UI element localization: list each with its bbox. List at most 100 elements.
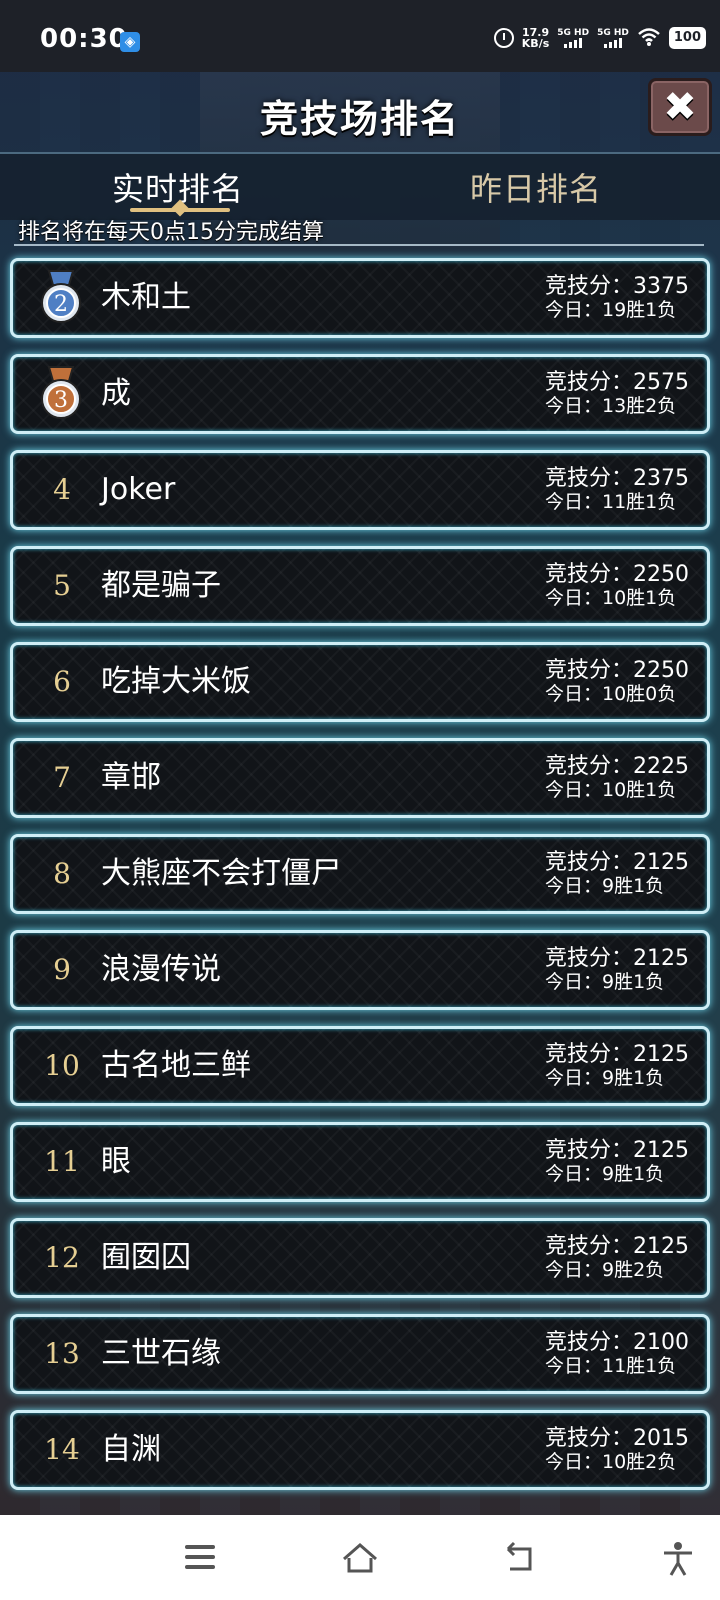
player-name: 成: [101, 376, 131, 411]
score-info: 竞技分：2125 今日：9胜1负: [545, 1042, 689, 1090]
arena-score-value: 2250: [633, 658, 689, 683]
ranking-list[interactable]: 2 木和土 竞技分：3375 今日：19胜1负 3 成竞技分：2575 今日：13胜2负 4 J…: [10, 258, 710, 1506]
close-button[interactable]: ✖: [648, 78, 712, 136]
close-icon: ✖: [663, 84, 697, 130]
score-info: 竞技分：2250 今日：10胜1负: [544, 562, 689, 610]
ranking-row[interactable]: 8 大熊座不会打僵尸 竞技分：2125 今日：9胜1负: [10, 834, 710, 914]
score-info: 竞技分：2100 今日：11胜1负: [544, 1330, 689, 1378]
signal-icon-2: 5G HD: [597, 28, 629, 48]
arena-score: 竞技分：2225: [545, 755, 689, 779]
player-name: 木和土: [101, 280, 191, 315]
back-icon[interactable]: [500, 1539, 540, 1579]
today-record: 今日：9胜2负: [545, 1259, 689, 1281]
player-name: 大熊座不会打僵尸: [101, 856, 341, 891]
sim1-label: 5G HD: [557, 28, 590, 38]
arena-score-label: 竞技分：: [544, 1330, 633, 1355]
today-record-label: 今日：: [544, 587, 602, 609]
rank-number: 2: [54, 292, 68, 317]
today-record: 今日：13胜2负: [545, 395, 689, 417]
ranking-row[interactable]: 6 吃掉大米饭 竞技分：2250 今日：10胜0负: [10, 642, 710, 722]
ranking-row[interactable]: 9 浪漫传说 竞技分：2125 今日：9胜1负: [10, 930, 710, 1010]
menu-icon[interactable]: [180, 1539, 220, 1579]
ranking-row[interactable]: 7 章邯 竞技分：2225 今日：10胜1负: [10, 738, 710, 818]
player-name: 自渊: [101, 1432, 161, 1467]
arena-score-value: 2125: [633, 1234, 689, 1259]
today-record-value: 19胜1负: [602, 299, 677, 321]
player-name: 吃掉大米饭: [101, 664, 251, 699]
arena-score-value: 2125: [633, 850, 689, 875]
sim2-label: 5G HD: [597, 28, 629, 38]
score-info: 竞技分：3375 今日：19胜1负: [545, 275, 689, 322]
ranking-row[interactable]: 13 三世石缘 竞技分：2100 今日：11胜1负: [10, 1314, 710, 1394]
today-record: 今日：9胜1负: [545, 1067, 689, 1089]
arena-score-label: 竞技分：: [544, 850, 633, 875]
today-record-label: 今日：: [544, 683, 602, 705]
ranking-row[interactable]: 14 自渊 竞技分：2015 今日：10胜2负: [10, 1410, 710, 1490]
arena-score: 竞技分：2250: [545, 659, 689, 683]
player-name: Joker: [101, 472, 176, 507]
today-record-label: 今日：: [544, 1355, 602, 1377]
arena-score: 竞技分：3375: [545, 275, 689, 299]
player-name: 三世石缘: [101, 1336, 221, 1371]
battery-icon: 100: [668, 27, 706, 49]
arena-score-value: 2225: [633, 754, 689, 779]
arena-score-value: 2125: [633, 1138, 689, 1163]
ranking-row[interactable]: 5 都是骗子 竞技分：2250 今日：10胜1负: [10, 546, 710, 626]
rank-number: 3: [54, 388, 68, 413]
tab-yesterday-ranking[interactable]: 昨日排名: [470, 164, 602, 210]
settlement-notice: 排名将在每天0点15分完成结算: [18, 220, 324, 245]
wifi-icon: [637, 27, 661, 50]
rank-number: 14: [44, 1433, 80, 1466]
today-record-label: 今日：: [544, 1163, 602, 1185]
today-record-value: 11胜1负: [602, 491, 677, 513]
header: 竞技场排名 ✖: [0, 72, 720, 152]
today-record-value: 11胜1负: [602, 1355, 677, 1377]
score-info: 竞技分：2225 今日：10胜1负: [545, 755, 689, 802]
arena-score-label: 竞技分：: [544, 658, 633, 683]
ranking-row[interactable]: 3 成竞技分：2575 今日：13胜2负: [10, 354, 710, 434]
rank-number: 5: [53, 569, 71, 602]
ranking-row[interactable]: 11 眼竞技分：2125 今日：9胜1负: [10, 1122, 710, 1202]
score-info: 竞技分：2125 今日：9胜1负: [545, 947, 689, 994]
arena-score-value: 2250: [633, 562, 689, 587]
ranking-row[interactable]: 12 囿囡囚 竞技分：2125 今日：9胜2负: [10, 1218, 710, 1298]
today-record-label: 今日：: [544, 971, 602, 993]
page-title: 竞技场排名: [259, 97, 460, 141]
ranking-row[interactable]: 2 木和土 竞技分：3375 今日：19胜1负: [10, 258, 710, 338]
rank-number: 9: [53, 953, 71, 986]
player-name: 都是骗子: [101, 568, 221, 603]
alarm-icon: [493, 28, 514, 48]
silver-medal-icon: 2: [35, 269, 87, 325]
today-record-label: 今日：: [544, 395, 602, 417]
ranking-row[interactable]: 4 Joker 竞技分：2375 今日：11胜1负: [10, 450, 710, 530]
accessibility-icon[interactable]: [658, 1539, 698, 1579]
today-record-label: 今日：: [544, 1259, 602, 1281]
arena-score-value: 2125: [633, 1042, 689, 1067]
arena-score-label: 竞技分：: [544, 562, 633, 587]
score-info: 竞技分：2125 今日：9胜2负: [545, 1234, 689, 1282]
rank-number: 12: [44, 1241, 80, 1274]
rank-number: 6: [53, 665, 71, 698]
today-record: 今日：9胜1负: [545, 971, 689, 993]
arena-score: 竞技分：2125: [545, 947, 689, 971]
arena-score-value: 2375: [633, 466, 689, 491]
today-record-label: 今日：: [544, 1451, 602, 1473]
score-info: 竞技分：2125 今日：9胜1负: [544, 1138, 689, 1186]
bronze-medal-icon: 3: [35, 365, 87, 421]
player-name: 章邯: [101, 760, 161, 795]
today-record: 今日：10胜2负: [545, 1451, 689, 1473]
arena-score-label: 竞技分：: [544, 1138, 633, 1163]
today-record-value: 9胜1负: [602, 1163, 665, 1185]
ranking-row[interactable]: 10 古名地三鲜 竞技分：2125 今日：9胜1负: [10, 1026, 710, 1106]
home-icon[interactable]: [340, 1539, 380, 1579]
ranking-tabs: 实时排名 昨日排名: [0, 152, 720, 220]
arena-score-label: 竞技分：: [544, 466, 633, 491]
rank-number: 8: [53, 857, 71, 890]
arena-score-label: 竞技分：: [544, 946, 633, 971]
today-record-value: 10胜0负: [602, 683, 677, 705]
status-icons: 17.9 KB/s 5G HD 5G HD 100: [493, 24, 706, 52]
divider: [14, 244, 704, 246]
today-record: 今日：11胜1负: [545, 491, 689, 513]
rank-number: 7: [53, 761, 71, 794]
arena-score-label: 竞技分：: [544, 1426, 633, 1451]
